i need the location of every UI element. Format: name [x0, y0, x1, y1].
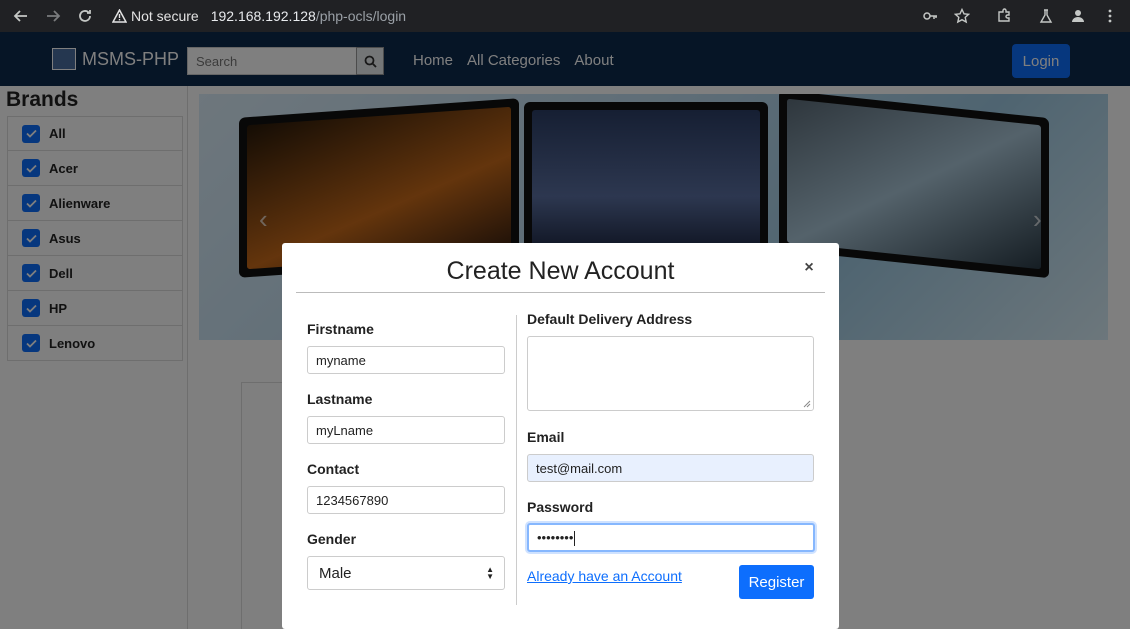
reload-icon[interactable] [72, 3, 98, 29]
address-bar[interactable]: Not secure 192.168.192.128/php-ocls/logi… [112, 8, 406, 24]
not-secure-indicator[interactable]: Not secure [112, 8, 199, 24]
url-path: /php-ocls/login [315, 8, 407, 24]
gender-select[interactable]: Male ▲ ▼ [307, 556, 505, 590]
profile-icon[interactable] [1064, 3, 1092, 29]
extensions-icon[interactable] [990, 3, 1018, 29]
email-input[interactable]: test@mail.com [527, 454, 814, 482]
url-host: 192.168.192.128 [210, 8, 316, 24]
address-label: Default Delivery Address [527, 311, 693, 327]
password-input[interactable]: •••••••• [527, 523, 815, 552]
key-icon[interactable] [916, 3, 944, 29]
gender-value: Male [319, 565, 352, 582]
firstname-label: Firstname [307, 321, 374, 337]
menu-kebab-icon[interactable] [1096, 3, 1124, 29]
lastname-input[interactable]: myLname [307, 416, 505, 444]
resize-handle-icon[interactable] [803, 400, 811, 408]
forward-icon[interactable] [40, 3, 66, 29]
close-icon[interactable]: × [802, 259, 816, 277]
text-cursor [574, 531, 576, 547]
already-have-account-link[interactable]: Already have an Account [527, 568, 682, 584]
gender-label: Gender [307, 531, 357, 547]
select-arrows-icon: ▲ ▼ [486, 565, 494, 581]
browser-toolbar: Not secure 192.168.192.128/php-ocls/logi… [0, 0, 1130, 32]
back-icon[interactable] [8, 3, 34, 29]
lastname-label: Lastname [307, 391, 373, 407]
password-label: Password [527, 499, 594, 515]
security-label: Not secure [131, 8, 199, 24]
register-button[interactable]: Register [739, 565, 814, 599]
contact-label: Contact [307, 461, 360, 477]
labs-flask-icon[interactable] [1032, 3, 1060, 29]
create-account-modal: Create New Account × Firstname myname La… [282, 243, 839, 629]
modal-title: Create New Account [446, 257, 675, 285]
firstname-input[interactable]: myname [307, 346, 505, 374]
column-divider [516, 315, 517, 605]
modal-divider [296, 292, 825, 293]
star-icon[interactable] [948, 3, 976, 29]
contact-input[interactable]: 1234567890 [307, 486, 505, 514]
warning-icon [112, 9, 127, 23]
email-label: Email [527, 429, 565, 445]
address-textarea[interactable] [527, 336, 814, 411]
password-value: •••••••• [537, 530, 574, 545]
